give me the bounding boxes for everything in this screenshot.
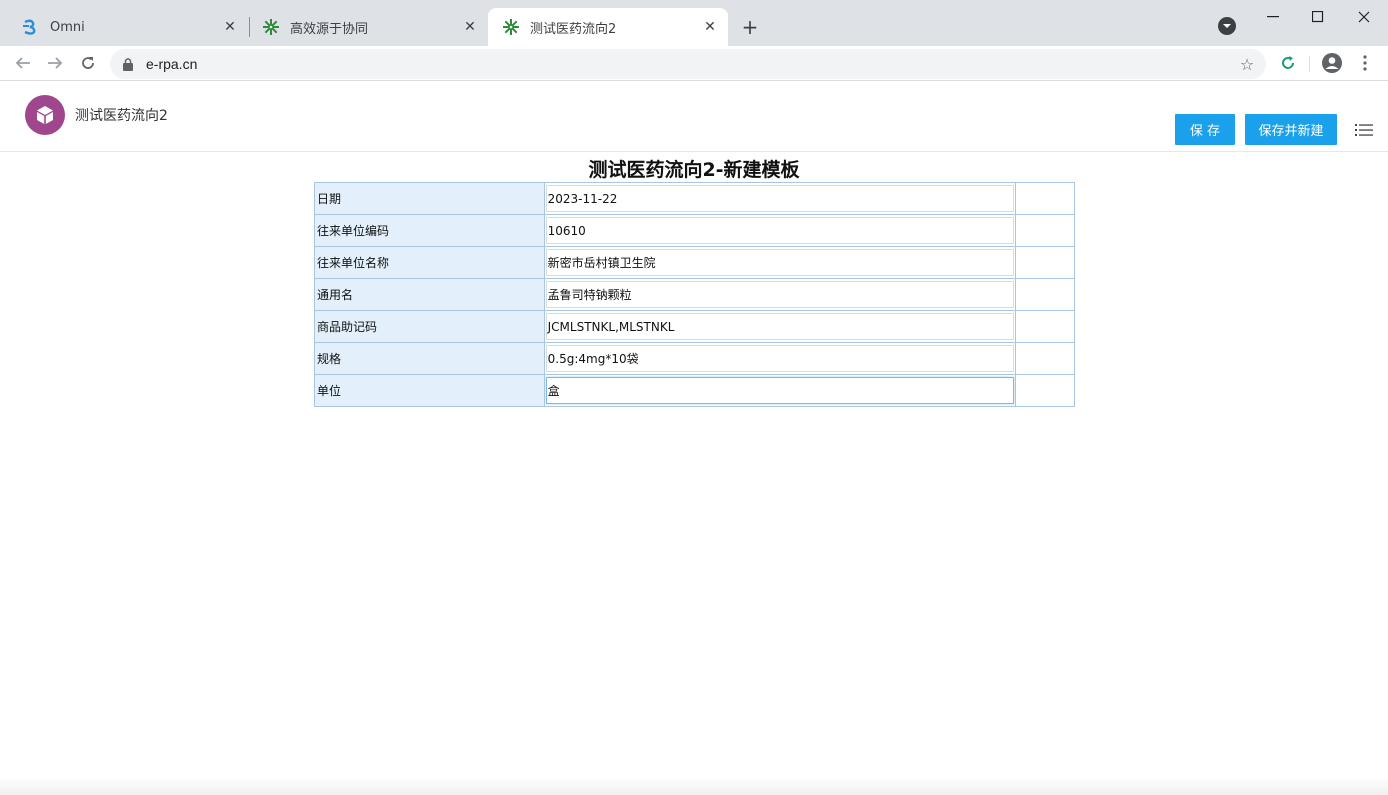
app-name: 测试医药流向2	[75, 108, 168, 124]
extra-cell	[1015, 342, 1075, 375]
field-label: 规格	[314, 342, 545, 375]
address-bar[interactable]: e-rpa.cn ☆	[110, 49, 1266, 79]
tab-title: 测试医药流向2	[530, 21, 617, 37]
field-label: 往来单位编码	[314, 214, 545, 247]
extra-cell	[1015, 246, 1075, 279]
tab-title: 高效源于协同	[290, 21, 369, 37]
form-row-generic-name: 通用名 孟鲁司特钠颗粒	[314, 278, 1075, 311]
new-tab-button[interactable]: +	[738, 15, 762, 39]
extension-refresh-icon[interactable]	[1276, 51, 1300, 75]
form-row-partner-code: 往来单位编码 10610	[314, 214, 1075, 247]
field-label: 单位	[314, 374, 545, 407]
save-and-new-button[interactable]: 保存并新建	[1245, 114, 1337, 145]
form-row-partner-name: 往来单位名称 新密市岳村镇卫生院	[314, 246, 1075, 279]
form-row-spec: 规格 0.5g:4mg*10袋	[314, 342, 1075, 375]
close-icon[interactable]: ✕	[220, 17, 240, 37]
forward-icon[interactable]	[42, 50, 68, 76]
tab-search-icon[interactable]	[1218, 17, 1236, 35]
form-row-mnemonic: 商品助记码 JCMLSTNKL,MLSTNKL	[314, 310, 1075, 343]
browser-menu-icon[interactable]	[1353, 51, 1377, 75]
form-row-unit: 单位 盒	[314, 374, 1075, 407]
field-label: 商品助记码	[314, 310, 545, 343]
url-text: e-rpa.cn	[146, 56, 198, 72]
mnemonic-field[interactable]: JCMLSTNKL,MLSTNKL	[545, 313, 1015, 340]
partner-name-field[interactable]: 新密市岳村镇卫生院	[545, 249, 1015, 276]
form-table: 日期 2023-11-22 往来单位编码 10610 往来单位名称 新密市岳村镇…	[314, 182, 1075, 407]
extra-cell	[1015, 214, 1075, 247]
form-title: 测试医药流向2-新建模板	[588, 159, 800, 181]
maximize-icon[interactable]	[1295, 6, 1341, 28]
back-icon[interactable]	[10, 50, 36, 76]
form-row-date: 日期 2023-11-22	[314, 182, 1075, 215]
extra-cell	[1015, 278, 1075, 311]
app-header: 测试医药流向2 保 存 保存并新建	[0, 82, 1388, 152]
lock-icon[interactable]	[122, 57, 134, 71]
toolbar-divider	[1309, 56, 1310, 72]
profile-avatar-icon[interactable]	[1320, 51, 1344, 75]
close-icon[interactable]: ✕	[460, 17, 480, 37]
gear-flower-icon	[502, 18, 520, 36]
spec-field[interactable]: 0.5g:4mg*10袋	[545, 345, 1015, 372]
field-label: 通用名	[314, 278, 545, 311]
omni-logo-icon	[22, 18, 40, 36]
date-field[interactable]: 2023-11-22	[545, 185, 1015, 212]
list-menu-icon[interactable]	[1353, 119, 1375, 141]
bottom-edge	[0, 777, 1388, 795]
extra-cell	[1015, 374, 1075, 407]
gear-flower-icon	[262, 18, 280, 36]
field-label: 往来单位名称	[314, 246, 545, 279]
tab-omni[interactable]: Omni ✕	[8, 8, 248, 46]
minimize-icon[interactable]	[1250, 6, 1296, 28]
generic-name-field[interactable]: 孟鲁司特钠颗粒	[545, 281, 1015, 308]
close-icon[interactable]: ✕	[700, 17, 720, 37]
field-label: 日期	[314, 182, 545, 215]
cube-icon	[25, 95, 65, 135]
tab-strip: Omni ✕ 高效源于协同 ✕ 测试医药流向2 ✕ +	[0, 0, 1388, 46]
extra-cell	[1015, 182, 1075, 215]
save-button[interactable]: 保 存	[1175, 114, 1235, 145]
extra-cell	[1015, 310, 1075, 343]
window-close-icon[interactable]	[1341, 6, 1387, 28]
partner-code-field[interactable]: 10610	[545, 217, 1015, 244]
unit-field[interactable]: 盒	[545, 377, 1015, 404]
tab-current[interactable]: 测试医药流向2 ✕	[488, 8, 728, 46]
tab-title: Omni	[50, 19, 85, 35]
reload-icon[interactable]	[75, 50, 101, 76]
browser-toolbar: e-rpa.cn ☆	[0, 46, 1388, 81]
tab-collab[interactable]: 高效源于协同 ✕	[248, 8, 488, 46]
bookmark-star-icon[interactable]: ☆	[1238, 55, 1256, 74]
